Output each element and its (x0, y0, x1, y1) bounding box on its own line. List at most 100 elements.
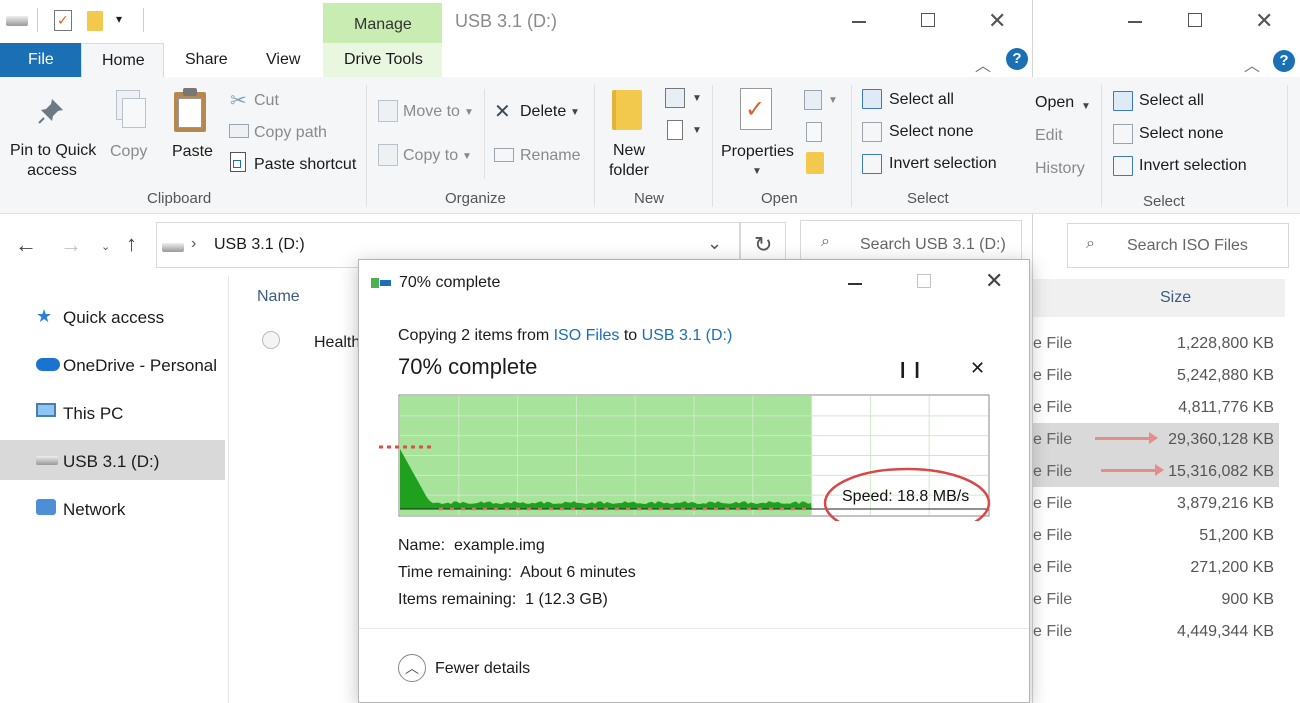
nav-item-label: OneDrive - Personal (63, 356, 218, 375)
clipboard-group-label: Clipboard (147, 190, 212, 207)
select-none-button[interactable]: Select none (1139, 125, 1224, 143)
maximize-icon[interactable] (1188, 13, 1202, 27)
nav-item[interactable]: OneDrive - Personal (0, 344, 225, 384)
close-icon[interactable]: ✕ (988, 8, 1006, 34)
invert-selection-button[interactable]: Invert selection (1139, 157, 1247, 175)
file-type-cell: e File (1033, 559, 1073, 576)
minimize-icon[interactable] (1128, 21, 1142, 23)
search-input[interactable]: Search ISO Files (1127, 237, 1248, 255)
breadcrumb[interactable]: USB 3.1 (D:) (214, 236, 305, 254)
history-button[interactable]: History (1035, 160, 1085, 178)
table-row[interactable]: e File 51,200 KB (1033, 519, 1279, 551)
edit-icon[interactable] (806, 122, 822, 142)
copy-button[interactable]: Copy (110, 143, 147, 161)
back-arrow-icon[interactable]: ← (15, 232, 37, 258)
properties-quick-icon[interactable]: ✓ (54, 10, 72, 31)
customize-toolbar-icon[interactable]: ▾ (116, 12, 122, 26)
open-button[interactable]: Open (1035, 94, 1074, 112)
select-all-button[interactable]: Select all (1139, 92, 1204, 110)
copy-path-icon (229, 124, 249, 138)
column-header-bar (1033, 279, 1285, 317)
pin-to-quick-access-button[interactable]: Pin to Quick access (10, 142, 96, 180)
delete-button[interactable]: Delete (520, 103, 566, 121)
nav-item[interactable]: Network (0, 488, 225, 528)
address-dropdown-icon[interactable]: ⌄ (707, 233, 722, 254)
copying-prefix: Copying 2 items from (398, 327, 554, 344)
file-type-cell: e File (1033, 367, 1073, 384)
select-none-button[interactable]: Select none (889, 123, 974, 141)
easy-access-icon[interactable] (667, 120, 683, 140)
collapse-ribbon-icon[interactable]: ︿ (1244, 52, 1260, 76)
help-icon[interactable]: ? (1006, 48, 1028, 70)
drive-tools-tab[interactable]: Drive Tools (344, 51, 423, 69)
items-row: Items remaining: 1 (12.3 GB) (398, 591, 608, 609)
share-tab[interactable]: Share (185, 51, 228, 69)
copy-transfer-icon (371, 276, 391, 290)
minimize-icon[interactable] (848, 283, 862, 285)
nav-item[interactable]: This PC (0, 392, 225, 432)
cancel-button[interactable]: ✕ (970, 358, 985, 379)
select-none-icon (1113, 124, 1133, 144)
properties-button[interactable]: Properties (721, 143, 794, 161)
table-row[interactable]: e File 5,242,880 KB (1033, 359, 1279, 391)
copy-path-button[interactable]: Copy path (254, 124, 327, 142)
destination-link[interactable]: USB 3.1 (D:) (642, 327, 733, 344)
search-box[interactable]: ⌕ Search ISO Files (1067, 223, 1289, 268)
source-link[interactable]: ISO Files (554, 327, 620, 344)
table-row[interactable]: e File 1,228,800 KB (1033, 327, 1279, 359)
edit-button[interactable]: Edit (1035, 127, 1063, 145)
chevron-down-icon: ▼ (692, 93, 702, 104)
divider (143, 8, 144, 32)
speed-label: Speed: 18.8 MB/s (842, 488, 969, 505)
pause-button[interactable]: ❙❙ (896, 359, 925, 379)
new-folder-button[interactable]: New folder (608, 142, 650, 180)
up-arrow-icon[interactable]: ↑ (126, 231, 137, 257)
nav-item[interactable]: ★ Quick access (0, 296, 225, 336)
view-tab[interactable]: View (266, 51, 300, 69)
rename-button[interactable]: Rename (520, 147, 580, 165)
table-row[interactable]: e File 4,449,344 KB (1033, 615, 1279, 647)
select-all-button[interactable]: Select all (889, 91, 954, 109)
home-tab[interactable]: Home (81, 43, 164, 78)
cloud-icon (36, 355, 60, 371)
cut-button[interactable]: Cut (254, 92, 279, 110)
table-row[interactable]: e File 4,811,776 KB (1033, 391, 1279, 423)
file-size-cell: 1,228,800 KB (1177, 335, 1274, 352)
forward-arrow-icon[interactable]: → (60, 232, 82, 258)
maximize-icon[interactable] (917, 274, 931, 288)
chevron-down-icon: ▼ (692, 125, 702, 136)
help-icon[interactable]: ? (1273, 50, 1295, 72)
name-column-header[interactable]: Name (257, 288, 300, 306)
chevron-up-icon[interactable]: ︿ (398, 654, 426, 682)
table-row[interactable]: e File 271,200 KB (1033, 551, 1279, 583)
new-item-icon[interactable] (665, 88, 685, 108)
search-input[interactable]: Search USB 3.1 (D:) (860, 236, 1006, 254)
close-icon[interactable]: ✕ (1255, 8, 1273, 34)
close-icon[interactable]: ✕ (985, 268, 1003, 294)
recent-locations-icon[interactable]: ⌄ (101, 240, 110, 253)
table-row[interactable]: e File 3,879,216 KB (1033, 487, 1279, 519)
open-icon[interactable] (804, 90, 822, 110)
paste-shortcut-button[interactable]: Paste shortcut (254, 156, 356, 174)
new-folder-quick-icon[interactable] (87, 11, 103, 31)
invert-selection-button[interactable]: Invert selection (889, 155, 997, 173)
maximize-icon[interactable] (921, 13, 935, 27)
nav-item[interactable]: USB 3.1 (D:) (0, 440, 225, 480)
minimize-icon[interactable] (852, 21, 866, 23)
file-tab[interactable]: File (0, 43, 81, 77)
table-row[interactable]: e File 29,360,128 KB (1033, 423, 1279, 455)
table-row[interactable]: e File 900 KB (1033, 583, 1279, 615)
highlight-arrow (1095, 432, 1158, 444)
history-icon[interactable] (806, 152, 824, 174)
file-name[interactable]: Health (314, 334, 360, 352)
table-row[interactable]: e File 15,316,082 KB (1033, 455, 1279, 487)
size-column-header[interactable]: Size (1160, 289, 1191, 307)
search-icon: ⌕ (1086, 235, 1095, 252)
file-size-cell: 271,200 KB (1190, 559, 1274, 576)
copy-to-button[interactable]: Copy to (403, 147, 458, 165)
move-to-button[interactable]: Move to (403, 103, 460, 121)
file-size-cell: 51,200 KB (1199, 527, 1274, 544)
fewer-details-button[interactable]: Fewer details (435, 660, 530, 678)
paste-button[interactable]: Paste (172, 143, 213, 161)
collapse-ribbon-icon[interactable]: ︿ (975, 52, 991, 76)
